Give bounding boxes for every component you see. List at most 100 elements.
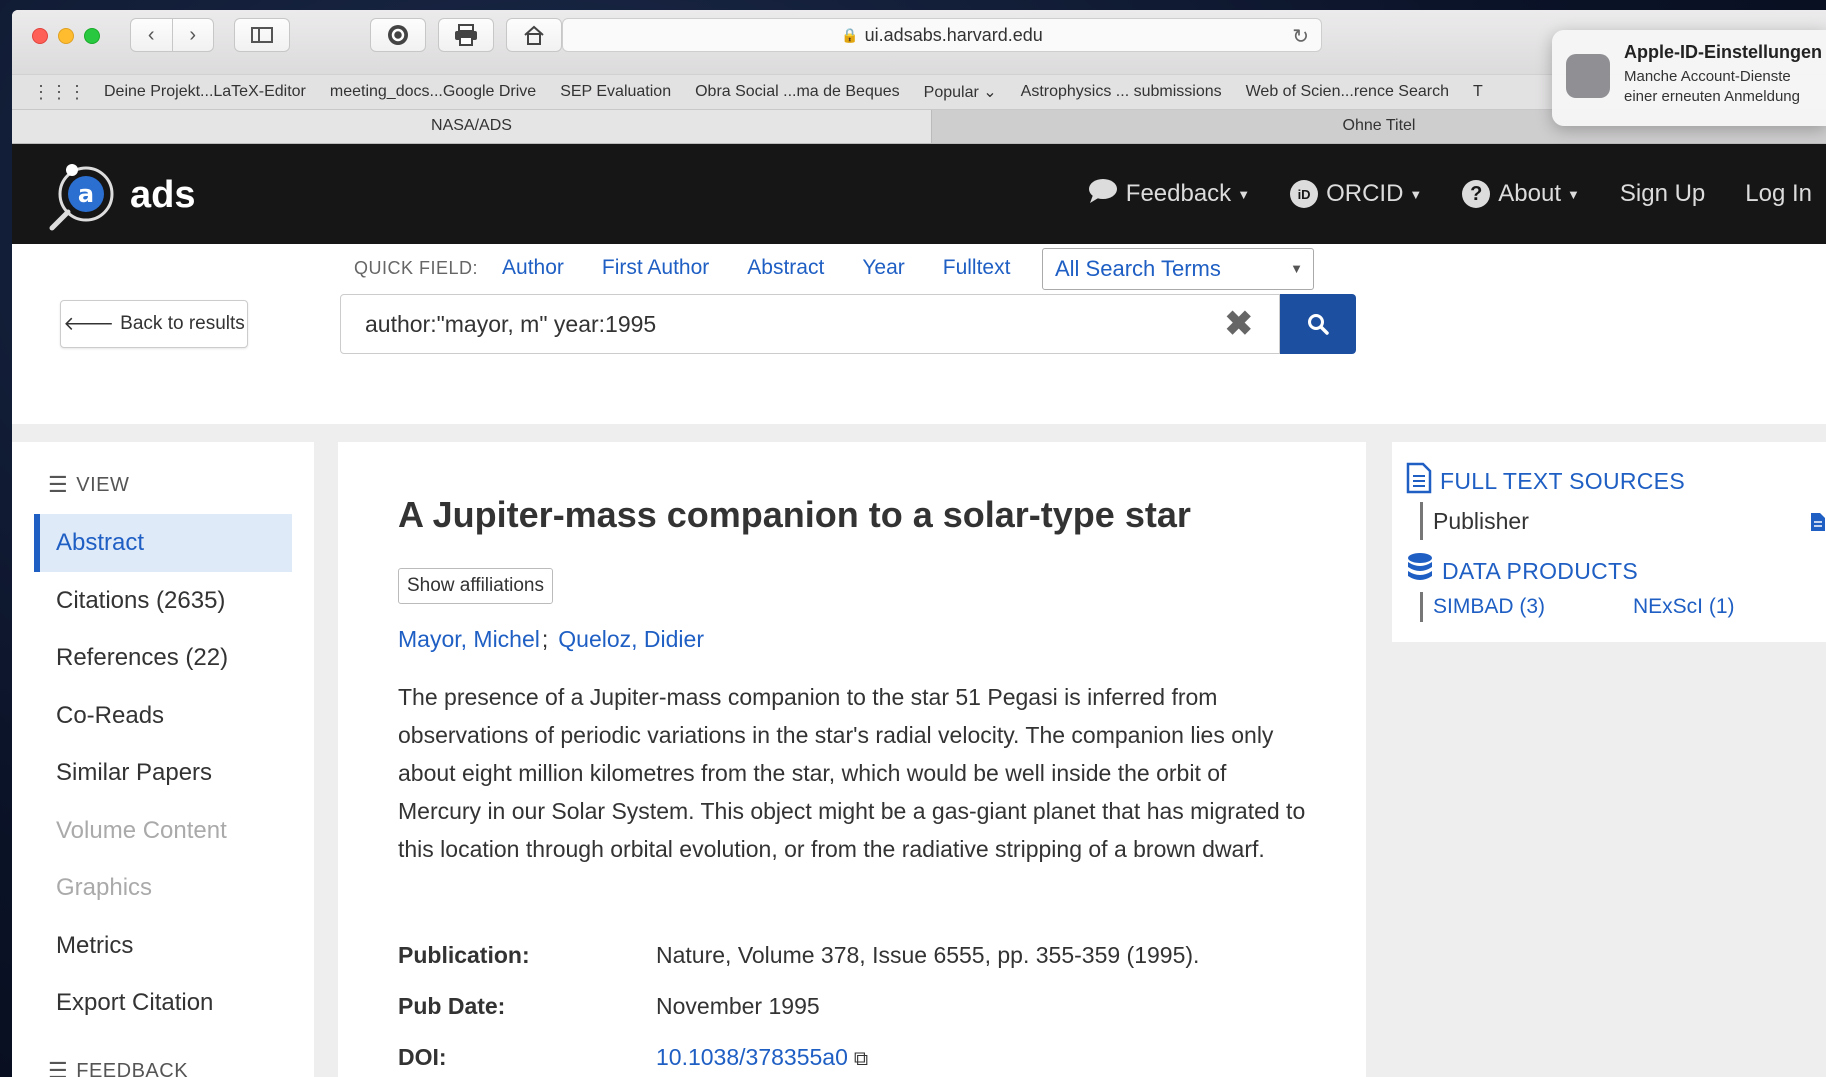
caret-down-icon: ▼ <box>1290 261 1303 276</box>
bookmark-item[interactable]: Obra Social ...ma de Beques <box>695 83 900 101</box>
view-heading-label: VIEW <box>76 473 130 496</box>
sidebar-toggle-icon[interactable] <box>234 18 290 52</box>
arrow-left-icon: 🡐 <box>63 314 115 335</box>
sidebar-item-citations[interactable]: Citations (2635) <box>34 572 292 630</box>
feedback-heading-label: FEEDBACK <box>76 1059 189 1077</box>
search-input[interactable]: author:"mayor, m" year:1995 ✖ <box>340 294 1280 354</box>
quick-field-author[interactable]: Author <box>502 256 564 280</box>
feedback-menu[interactable]: Feedback ▼ <box>1088 178 1250 211</box>
data-products-heading[interactable]: DATA PRODUCTS <box>1406 552 1638 591</box>
doi-row: DOI: 10.1038/378355a0 ⧉ <box>398 1032 1199 1077</box>
clear-search-icon[interactable]: ✖ <box>1225 295 1254 353</box>
pubdate-row: Pub Date: November 1995 <box>398 981 1199 1032</box>
sidebar-item-similar-papers[interactable]: Similar Papers <box>34 744 292 802</box>
nexsci-link[interactable]: NExScI (1) <box>1633 592 1735 622</box>
ads-nav-menu: Feedback ▼ iD ORCID ▼ ? About ▼ Sign Up … <box>1048 144 1812 244</box>
author-link[interactable]: Mayor, Michel <box>398 626 540 652</box>
browser-window: ‹ › 🔒 ui.adsabs.harvard.edu ↻ ⋮⋮⋮ Deine … <box>12 10 1826 1077</box>
show-affiliations-button[interactable]: Show affiliations <box>398 568 553 604</box>
home-icon[interactable] <box>506 18 562 52</box>
sidebar-item-co-reads[interactable]: Co-Reads <box>34 687 292 745</box>
back-arrow-icon[interactable]: ‹ <box>131 19 172 51</box>
zoom-window-button[interactable] <box>84 28 100 44</box>
about-menu[interactable]: ? About ▼ <box>1462 180 1580 208</box>
quick-field-fulltext[interactable]: Fulltext <box>943 256 1011 280</box>
pubdate-value: November 1995 <box>656 993 820 1019</box>
bookmark-item[interactable]: Astrophysics ... submissions <box>1021 83 1222 101</box>
bookmark-item[interactable]: Popular ⌄ <box>924 82 997 102</box>
search-icon <box>1308 314 1329 335</box>
lock-icon: 🔒 <box>841 26 859 43</box>
address-text: ui.adsabs.harvard.edu <box>864 24 1043 45</box>
ads-logo-icon[interactable]: a <box>46 162 136 232</box>
bookmark-item[interactable]: T <box>1473 83 1483 101</box>
ads-navbar: a ads Feedback ▼ iD ORCID ▼ ? About ▼ Si… <box>12 144 1826 244</box>
notification-line-1: Manche Account-Dienste <box>1624 68 1791 85</box>
publication-row: Publication: Nature, Volume 378, Issue 6… <box>398 930 1199 981</box>
ads-logo-text[interactable]: ads <box>130 174 195 217</box>
search-query-text: author:"mayor, m" year:1995 <box>365 311 657 337</box>
grammarly-icon[interactable] <box>370 18 426 52</box>
doi-value: 10.1038/378355a0 ⧉ <box>656 1044 868 1071</box>
sidebar-item-metrics[interactable]: Metrics <box>34 917 292 975</box>
caret-down-icon: ▼ <box>1237 186 1251 202</box>
minimize-window-button[interactable] <box>58 28 74 44</box>
sidebar-item-abstract[interactable]: Abstract <box>34 514 292 572</box>
apple-logo-icon <box>1566 54 1610 98</box>
pubdate-label: Pub Date: <box>398 993 506 1019</box>
sidebar-item-graphics: Graphics <box>56 874 153 901</box>
author-list: Mayor, Michel; Queloz, Didier <box>398 626 704 653</box>
content-area: ☰ VIEW Abstract Citations (2635) Referen… <box>12 424 1826 1077</box>
publisher-pdf-icon[interactable] <box>1810 512 1826 538</box>
sidebar-item-export-citation[interactable]: Export Citation <box>34 974 292 1032</box>
bookmark-item[interactable]: meeting_docs...Google Drive <box>330 83 536 101</box>
search-terms-select[interactable]: All Search Terms ▼ <box>1042 248 1314 290</box>
list-icon: ☰ <box>48 472 69 497</box>
simbad-link[interactable]: SIMBAD (3) <box>1433 592 1633 622</box>
about-label: About <box>1498 180 1561 207</box>
bookmark-item[interactable]: Deine Projekt...LaTeX-Editor <box>104 83 306 101</box>
svg-text:a: a <box>78 180 94 208</box>
forward-arrow-icon[interactable]: › <box>171 19 214 51</box>
external-link-icon[interactable]: ⧉ <box>854 1048 868 1070</box>
search-terms-select-value: All Search Terms <box>1055 256 1221 281</box>
paper-title: A Jupiter-mass companion to a solar-type… <box>398 494 1191 535</box>
sidebar-item-references[interactable]: References (22) <box>34 629 292 687</box>
back-to-results-button[interactable]: 🡐 Back to results <box>60 300 248 348</box>
log-in-link[interactable]: Log In <box>1745 180 1812 208</box>
apple-id-notification[interactable]: Apple-ID-Einstellungen Manche Account-Di… <box>1552 30 1826 126</box>
close-window-button[interactable] <box>32 28 48 44</box>
sidebar-item-volume-content: Volume Content <box>56 816 227 844</box>
caret-down-icon: ▼ <box>1409 186 1423 202</box>
feedback-heading: ☰ FEEDBACK <box>12 1058 188 1077</box>
speech-bubble-icon <box>1088 178 1118 211</box>
paper-metadata: Publication: Nature, Volume 378, Issue 6… <box>398 930 1199 1077</box>
tab-nasa-ads[interactable]: NASA/ADS <box>12 110 932 143</box>
full-text-sources-heading[interactable]: FULL TEXT SOURCES <box>1406 462 1685 501</box>
sources-panel: FULL TEXT SOURCES Publisher DATA PRODUCT… <box>1392 442 1826 642</box>
print-icon[interactable] <box>438 18 494 52</box>
publisher-row: Publisher <box>1420 502 1529 540</box>
reload-icon[interactable]: ↻ <box>1292 24 1309 49</box>
view-sidebar: ☰ VIEW Abstract Citations (2635) Referen… <box>12 442 314 1077</box>
history-nav: ‹ › <box>130 18 214 52</box>
quick-field-first-author[interactable]: First Author <box>602 256 709 280</box>
doi-label: DOI: <box>398 1044 447 1070</box>
address-bar[interactable]: 🔒 ui.adsabs.harvard.edu ↻ <box>562 18 1322 52</box>
notification-line-2: einer erneuten Anmeldung <box>1624 88 1800 105</box>
bookmark-item[interactable]: SEP Evaluation <box>560 83 671 101</box>
question-circle-icon: ? <box>1462 180 1491 208</box>
doi-link[interactable]: 10.1038/378355a0 <box>656 1044 848 1070</box>
author-link[interactable]: Queloz, Didier <box>558 626 704 652</box>
list-icon: ☰ <box>48 1058 69 1077</box>
sign-up-link[interactable]: Sign Up <box>1620 180 1705 208</box>
data-products-label: DATA PRODUCTS <box>1442 558 1639 584</box>
search-area: 🡐 Back to results QUICK FIELD: Author Fi… <box>12 244 1826 424</box>
orcid-menu[interactable]: iD ORCID ▼ <box>1290 180 1422 208</box>
caret-down-icon: ▼ <box>1567 186 1580 202</box>
quick-field-abstract[interactable]: Abstract <box>747 256 824 280</box>
bookmark-item[interactable]: Web of Scien...rence Search <box>1246 83 1449 101</box>
search-button[interactable] <box>1280 294 1356 354</box>
grid-apps-icon[interactable]: ⋮⋮⋮ <box>32 82 86 103</box>
quick-field-year[interactable]: Year <box>862 256 904 280</box>
